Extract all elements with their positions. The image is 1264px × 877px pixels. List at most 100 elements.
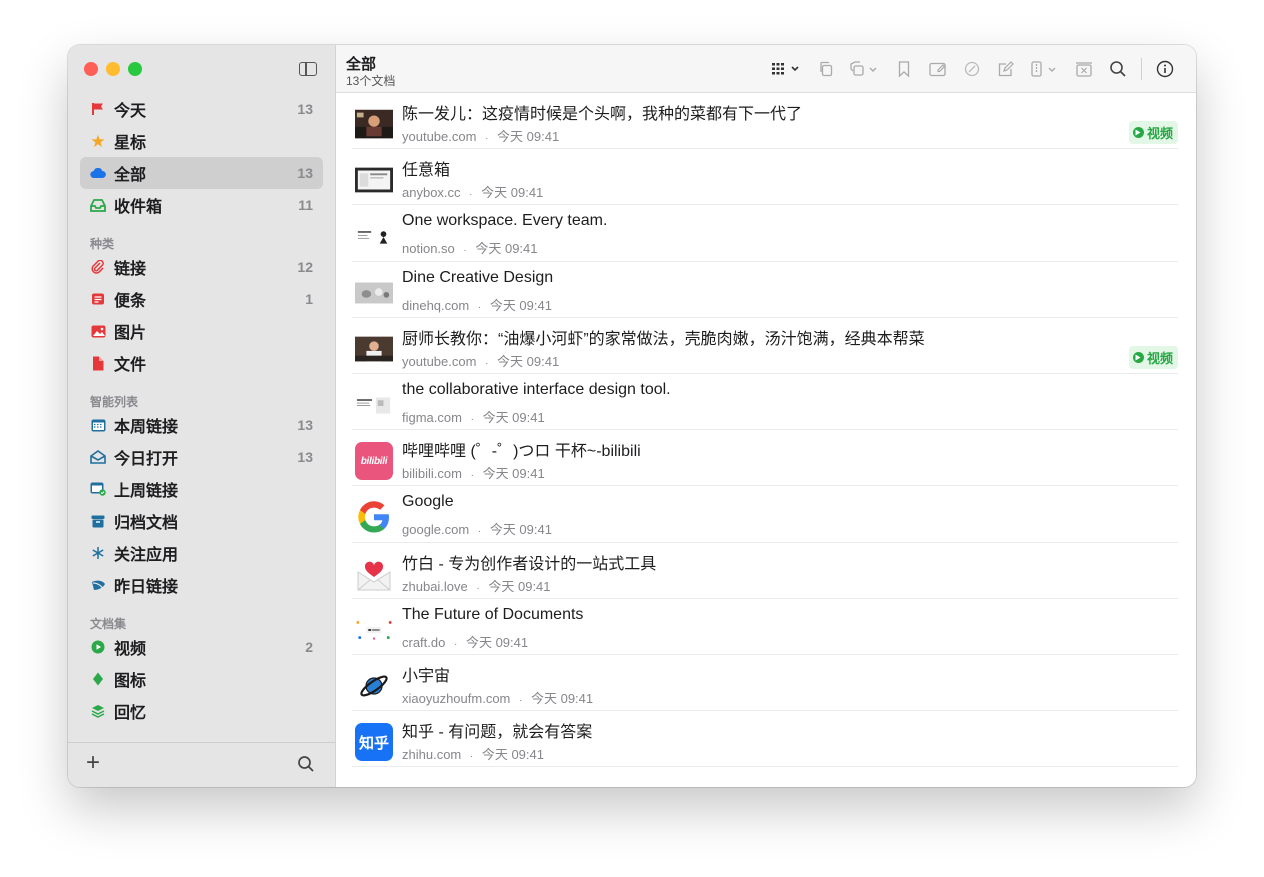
sidebar-item-videos[interactable]: 视频 2 — [80, 631, 323, 663]
toolbar: 全部 13个文档 — [336, 45, 1196, 93]
document-domain: craft.do — [402, 634, 446, 650]
calendar-check-icon — [90, 481, 106, 497]
diamond-icon — [90, 671, 106, 687]
document-title: 小宇宙 — [402, 667, 451, 685]
sidebar-item-images[interactable]: 图片 — [80, 315, 323, 347]
sidebar-item-label: 昨日链接 — [114, 579, 179, 596]
document-row[interactable]: 竹白 - 专为创作者设计的一站式工具 zhubai.love · 今天 09:4… — [352, 543, 1178, 599]
sidebar-item-label: 今天 — [114, 103, 147, 120]
video-badge[interactable]: 视频 — [1128, 121, 1178, 144]
sidebar-item-count: 2 — [305, 639, 313, 655]
document-time: 今天 09:41 — [530, 690, 594, 706]
sidebar-item-label: 全部 — [114, 167, 147, 184]
view-mode-dropdown[interactable] — [765, 57, 809, 81]
bilibili-logo-text: bilibili — [360, 455, 388, 467]
document-domain: youtube.com — [402, 129, 477, 144]
document-title: the collaborative interface design tool. — [402, 380, 671, 398]
document-time: 今天 09:41 — [488, 578, 551, 594]
bookmark-icon[interactable] — [887, 57, 921, 81]
video-thumbnail — [355, 330, 393, 368]
opened-mail-icon — [90, 449, 106, 465]
main-pane: 全部 13个文档 陈一发儿：这疫情时候是个头啊，我种的菜都有下一代了 youtu… — [336, 45, 1196, 787]
document-row[interactable]: One workspace. Every team. notion.so · 今… — [352, 205, 1178, 262]
minimize-window-button[interactable] — [106, 62, 120, 76]
sidebar-item-last-week[interactable]: 上周链接 — [80, 473, 323, 505]
meta-separator: · — [476, 582, 480, 594]
google-logo — [355, 498, 393, 536]
star-icon: ★ — [90, 131, 106, 151]
sidebar-item-files[interactable]: 文件 — [80, 347, 323, 379]
document-row[interactable]: 知乎 知乎 - 有问题，就会有答案 zhihu.com · 今天 09:41 — [352, 711, 1178, 768]
sidebar-item-count: 1 — [305, 291, 313, 307]
flag-icon — [90, 101, 106, 117]
document-row[interactable]: Dine Creative Design dinehq.com · 今天 09:… — [352, 262, 1178, 318]
document-meta: anybox.cc · 今天 09:41 — [402, 182, 543, 201]
dine-thumbnail — [355, 274, 393, 312]
figma-thumbnail — [355, 386, 393, 424]
document-row[interactable]: 陈一发儿：这疫情时候是个头啊，我种的菜都有下一代了 youtube.com · … — [352, 93, 1178, 150]
share-collection-dropdown[interactable] — [843, 57, 887, 81]
document-title: Google — [402, 493, 454, 511]
badge-label: 视频 — [1146, 350, 1173, 366]
document-row[interactable]: The Future of Documents craft.do · 今天 09… — [352, 599, 1178, 655]
play-circle-icon — [1132, 351, 1144, 363]
compose-icon[interactable] — [989, 57, 1023, 81]
meta-separator: · — [463, 245, 467, 257]
sidebar-item-count: 12 — [297, 259, 313, 275]
sidebar-item-count: 13 — [297, 417, 313, 433]
zhihu-logo: 知乎 — [355, 723, 393, 762]
sidebar-item-notes[interactable]: 便条 1 — [80, 283, 323, 315]
search-icon[interactable] — [1101, 57, 1135, 81]
document-row[interactable]: 任意箱 anybox.cc · 今天 09:41 — [352, 149, 1178, 206]
document-title: 竹白 - 专为创作者设计的一站式工具 — [402, 555, 657, 573]
sidebar-item-all[interactable]: 全部 13 — [80, 157, 323, 189]
copy-icon[interactable] — [809, 57, 843, 81]
sidebar-item-starred[interactable]: ★ 星标 — [80, 125, 323, 157]
zip-archive-dropdown[interactable] — [1023, 57, 1067, 81]
video-thumbnail — [355, 105, 393, 143]
sidebar-item-watched-apps[interactable]: 关注应用 — [80, 537, 323, 569]
document-row[interactable]: the collaborative interface design tool.… — [352, 374, 1178, 431]
document-time: 今天 09:41 — [489, 297, 552, 313]
sidebar-item-yesterday[interactable]: 昨日链接 — [80, 569, 323, 601]
search-icon[interactable] — [297, 755, 315, 778]
sidebar-item-label: 上周链接 — [114, 483, 179, 500]
document-row[interactable]: 厨师长教你：“油爆小河虾”的家常做法，壳脆肉嫩，汤汁饱满，经典本帮菜 youtu… — [352, 318, 1178, 374]
document-title: 陈一发儿：这疫情时候是个头啊，我种的菜都有下一代了 — [402, 106, 803, 123]
document-row[interactable]: 小宇宙 xiaoyuzhoufm.com · 今天 09:41 — [352, 655, 1178, 712]
document-time: 今天 09:41 — [481, 747, 544, 763]
sidebar-item-memories[interactable]: 回忆 — [80, 695, 323, 727]
close-window-button[interactable] — [84, 62, 98, 76]
sidebar-item-label: 图片 — [114, 325, 147, 342]
badge-label: 视频 — [1146, 126, 1173, 141]
sidebar-item-icons[interactable]: 图标 — [80, 663, 323, 695]
mark-done-icon[interactable] — [955, 57, 989, 81]
sidebar-item-today[interactable]: 今天 13 — [80, 93, 323, 125]
info-icon[interactable] — [1148, 57, 1182, 81]
craft-thumbnail — [355, 611, 393, 649]
document-title: 厨师长教你：“油爆小河虾”的家常做法，壳脆肉嫩，汤汁饱满，经典本帮菜 — [402, 330, 925, 348]
zoom-window-button[interactable] — [128, 62, 142, 76]
document-row[interactable]: bilibili 哔哩哔哩 (゜-゜)つロ 干杯~-bilibili bilib… — [352, 430, 1178, 487]
sidebar-item-count: 13 — [297, 165, 313, 181]
document-time: 今天 09:41 — [465, 634, 529, 650]
add-button[interactable]: + — [86, 751, 100, 775]
document-meta: notion.so · 今天 09:41 — [402, 238, 538, 257]
sidebar-item-inbox[interactable]: 收件箱 11 — [80, 189, 323, 221]
calendar-icon — [90, 417, 106, 433]
document-row[interactable]: Google google.com · 今天 09:41 — [352, 486, 1178, 543]
sidebar-item-links[interactable]: 链接 12 — [80, 251, 323, 283]
edit-note-icon[interactable] — [921, 57, 955, 81]
window-controls — [84, 62, 142, 76]
sidebar: 今天 13 ★ 星标 全部 13 收件箱 11 种类 链接 12 便条 1 图片… — [68, 45, 336, 787]
sidebar-item-opened-today[interactable]: 今日打开 13 — [80, 441, 323, 473]
document-title: 哔哩哔哩 (゜-゜)つロ 干杯~-bilibili — [402, 443, 641, 461]
meta-separator: · — [470, 470, 474, 482]
sidebar-item-archived[interactable]: 归档文档 — [80, 505, 323, 537]
sidebar-toggle-icon[interactable] — [299, 62, 317, 76]
sidebar-item-this-week[interactable]: 本周链接 13 — [80, 409, 323, 441]
document-title: One workspace. Every team. — [402, 212, 608, 230]
video-badge[interactable]: 视频 — [1128, 345, 1178, 369]
delete-archive-icon[interactable] — [1067, 57, 1101, 81]
document-title: 知乎 - 有问题，就会有答案 — [402, 724, 593, 742]
